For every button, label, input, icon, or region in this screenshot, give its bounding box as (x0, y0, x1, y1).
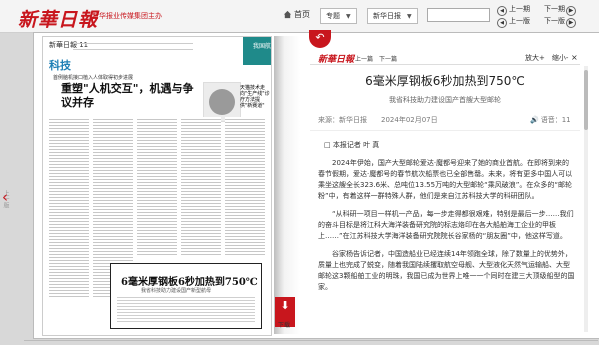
chevron-down-icon: ▼ (407, 13, 412, 20)
audio-label: 语音：11 (540, 116, 571, 124)
home-label: 首页 (294, 10, 310, 19)
text-column (137, 117, 177, 257)
masthead-band (73, 43, 193, 50)
zoom-out-button[interactable]: 缩小- (552, 54, 569, 62)
chevron-left-icon: ◀ (497, 18, 507, 28)
book-spine (274, 36, 300, 334)
close-icon[interactable]: × (571, 53, 578, 62)
article-paragraph: 2024年伊始，国产大型邮轮爱达·魔都号迎来了她的商业首航。在即将到来的春节假期… (318, 159, 573, 200)
selected-article-box[interactable]: 6毫米厚钢板6秒加热到750℃ 我省科技助力建设国产新型航母 (110, 263, 262, 329)
scrollbar-thumb[interactable] (584, 70, 588, 130)
boxed-article-lines (117, 295, 255, 323)
next-page-link[interactable]: 下一版 ▶ (544, 16, 578, 28)
article-subtitle: 我省科技助力建设国产首艘大型邮轮 (389, 96, 501, 104)
photo-caption[interactable]: 天猫技术走向"生产线"诊疗方法提供"新赛道" (240, 85, 270, 109)
divider (310, 64, 580, 65)
newspaper-page: 新華日報 11 我国航天人才 科技 首例脑机接口植入人体取得初步进展 重塑"人机… (42, 36, 272, 336)
text-column (49, 117, 89, 297)
pdf-icon: ⬇ (280, 299, 290, 312)
section-title: 科技 (49, 59, 71, 72)
search-input[interactable] (427, 8, 490, 22)
article-source: 来源：新华日报 (318, 116, 367, 124)
prev-issue-label: 上一期 (509, 5, 530, 13)
speaker-icon: 🔊 (530, 116, 539, 124)
top-bar: 新華日報 新华报业传媒集团主办 首页 专题 ▼ 新华日报 ▼ ◀ 上一期 下一期 ▶ ◀… (0, 0, 599, 33)
chevron-right-icon: ▶ (566, 18, 576, 28)
prev-page-label: 上一版 (509, 17, 530, 25)
audio-control[interactable]: 🔊 语音：11 (530, 115, 571, 125)
text-column (181, 117, 221, 257)
undo-arrow-icon: ↶ (315, 31, 325, 44)
device-photo[interactable] (203, 82, 241, 122)
text-column (225, 117, 265, 257)
article-date: 2024年02月07日 (381, 116, 438, 124)
boxed-article-subtitle: 我省科技助力建设国产新型航母 (141, 288, 212, 294)
next-issue-label: 下一期 (544, 5, 565, 13)
article-paragraph: 谷家杨告诉记者，中国造船业已经连续14年领跑全球，除了数量上的优势外，质量上也完… (318, 250, 575, 291)
home-icon (283, 10, 292, 19)
paper-select-value: 新华日报 (373, 12, 401, 20)
lead-headline[interactable]: 重塑"人机交互"，机遇与争议并存 (61, 82, 201, 110)
boxed-article-title: 6毫米厚钢板6秒加热到750℃ (121, 277, 258, 288)
next-issue-link[interactable]: 下一期 ▶ (544, 4, 578, 16)
lead-intro[interactable]: 首例脑机接口植入人体取得初步进展 (53, 74, 133, 81)
prev-page-arrow-icon[interactable]: ‹ (2, 188, 8, 206)
divider (310, 130, 580, 131)
article-body: □ 本报记者 叶 真 2024年伊始，国产大型邮轮爱达·魔都号迎来了她的商业首航… (318, 140, 576, 300)
prev-issue-link[interactable]: ◀ 上一期 (497, 4, 530, 16)
article-prev-next[interactable]: 上一篇 下一篇 (355, 54, 397, 63)
article-author: □ 本报记者 叶 真 (324, 141, 380, 149)
home-link[interactable]: 首页 (283, 9, 310, 20)
chevron-right-icon: ▶ (566, 6, 576, 16)
paper-select[interactable]: 新华日报 ▼ (367, 8, 418, 24)
zoom-controls: 放大+ 缩小- (525, 53, 568, 63)
page-ad[interactable]: 我国航天人才 (243, 37, 271, 65)
prev-page-link[interactable]: ◀ 上一版 (497, 16, 530, 28)
chevron-left-icon: ◀ (497, 6, 507, 16)
logo-subtitle: 新华报业传媒集团主办 (92, 12, 162, 20)
article-title: 6毫米厚钢板6秒加热到750℃ (365, 74, 525, 88)
article-meta: 来源：新华日报 2024年02月07日 (318, 115, 452, 125)
pdf-download-label: 下载 (278, 322, 291, 329)
site-logo[interactable]: 新華日報 (18, 5, 98, 32)
chevron-down-icon: ▼ (346, 13, 351, 20)
next-page-label: 下一版 (544, 17, 565, 25)
zoom-in-button[interactable]: 放大+ (525, 54, 545, 62)
article-paragraph: “从科研一项目一样机一产品，每一步走得都很艰难，特别是最后一步……我们的奋斗目标… (318, 210, 574, 240)
column-select-value: 专题 (326, 12, 340, 20)
column-select[interactable]: 专题 ▼ (320, 8, 357, 24)
